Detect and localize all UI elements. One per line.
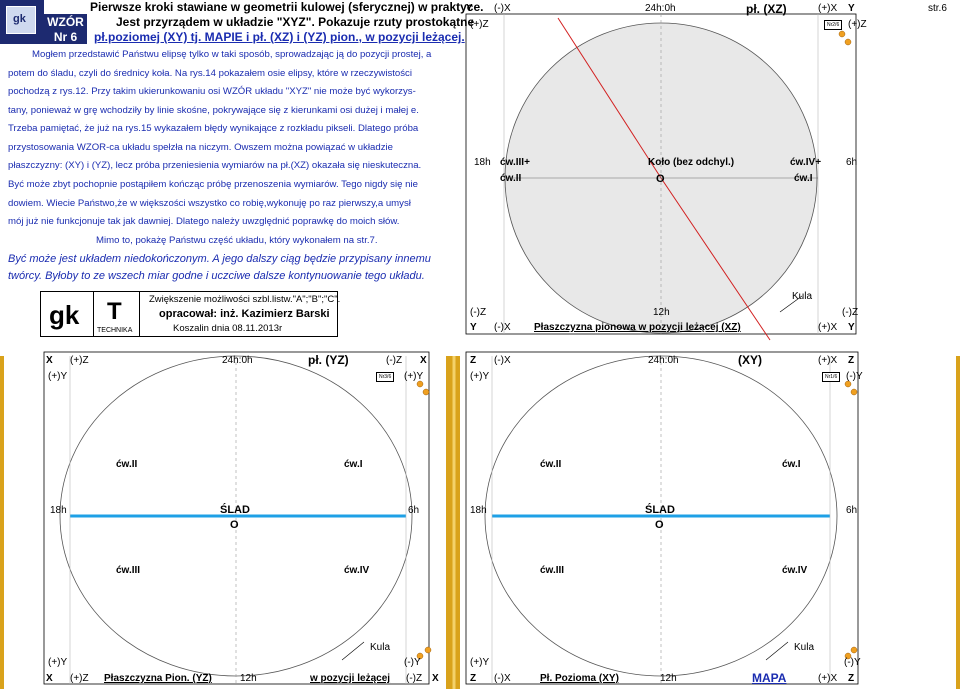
panel-xy-frame xyxy=(465,351,859,685)
xy-bottom-minus-x: (-)X xyxy=(494,673,511,684)
xz-cw-ii: ćw.II xyxy=(500,173,522,184)
xz-title: pł. (XZ) xyxy=(746,2,787,16)
yz-bottom-plus-z: (+)Z xyxy=(70,673,89,684)
xz-cw-iii: ćw.III+ xyxy=(500,157,530,168)
yz-slad: ŚLAD xyxy=(220,504,250,516)
xy-bottom-mapa: MAPA xyxy=(752,671,787,685)
yz-bottom-12h: 12h xyxy=(240,673,257,684)
xz-mid-right: 6h xyxy=(846,157,858,168)
yz-cw-ii: ćw.II xyxy=(116,459,138,470)
xy-cw-iv: ćw.IV xyxy=(782,565,808,576)
diagram-layer xyxy=(0,13,960,689)
xy-bottom-z-right: Z xyxy=(848,673,855,684)
xy-cw-iii: ćw.III xyxy=(540,565,565,576)
xz-top-y-right: Y xyxy=(848,3,855,14)
xy-top-minus-x: (-)X xyxy=(494,355,511,366)
xz-bottom-12h: 12h xyxy=(653,307,670,318)
yz-cw-iv: ćw.IV xyxy=(344,565,370,576)
yz-bottom-x-left: X xyxy=(46,673,53,684)
yz-bottom-minus-z: (-)Z xyxy=(406,673,423,684)
yz-top-plus-z: (+)Z xyxy=(70,355,89,366)
panel-yz-frame xyxy=(43,351,430,685)
xz-bottom-y-right: Y xyxy=(848,322,855,333)
yz-bottom-x-right: X xyxy=(432,673,439,684)
xy-top-z-right: Z xyxy=(848,355,855,366)
yz-cw-i: ćw.I xyxy=(344,459,363,470)
xy-bottom-12h: 12h xyxy=(660,673,677,684)
xy-nr: Nr1/6 xyxy=(822,372,841,382)
xy-bottom-caption: Pł. Pozioma (XY) xyxy=(540,673,619,684)
yz-mid-left: 18h xyxy=(50,505,67,516)
xy-mid-right: 6h xyxy=(846,505,858,516)
xy-slad: ŚLAD xyxy=(645,504,675,516)
xy-cw-ii: ćw.II xyxy=(540,459,562,470)
xz-center-title: Koło (bez odchyl.) xyxy=(648,157,735,168)
xy-mid-left: 18h xyxy=(470,505,487,516)
xy-left-top-y: (+)Y xyxy=(470,371,490,382)
xy-kula: Kula xyxy=(794,642,815,653)
xz-top-y-left: Y xyxy=(466,3,473,14)
xy-top-z-left: Z xyxy=(470,355,477,366)
xz-bottom-left-z: (-)Z xyxy=(470,307,487,318)
xz-bottom-minus-x: (-)X xyxy=(494,322,511,333)
page-label: str.6 xyxy=(928,3,947,14)
yz-top-x-left: X xyxy=(46,355,53,366)
xz-mid-left: 18h xyxy=(474,157,491,168)
xy-top-24h: 24h:0h xyxy=(648,355,679,366)
xy-cw-i: ćw.I xyxy=(782,459,801,470)
xz-left-top-z: (+)Z xyxy=(470,19,489,30)
yz-kula: Kula xyxy=(370,642,391,653)
xz-cw-i: ćw.I xyxy=(794,173,813,184)
xz-right-top-z: (+)Z xyxy=(848,19,867,30)
xz-bottom-plus-x: (+)X xyxy=(818,322,838,333)
yz-bottom-left-y: (+)Y xyxy=(48,657,68,668)
xz-top-plus-x: (+)X xyxy=(818,3,838,14)
xy-right-top-y: (-)Y xyxy=(846,371,863,382)
yz-bottom-right-y: (-)Y xyxy=(404,657,421,668)
xz-center-o: O xyxy=(656,173,665,185)
xy-bottom-right-y: (-)Y xyxy=(844,657,861,668)
yz-left-top-y: (+)Y xyxy=(48,371,68,382)
yz-top-x-right: X xyxy=(420,355,427,366)
yz-center-o: O xyxy=(230,519,239,531)
yz-title: pł. (YZ) xyxy=(308,353,349,367)
xz-bottom-y-left: Y xyxy=(470,322,477,333)
xy-bottom-z-left: Z xyxy=(470,673,477,684)
panel-xy-kula-pointer xyxy=(765,641,789,661)
xy-bottom-plus-x: (+)X xyxy=(818,673,838,684)
yz-top-24h: 24h:0h xyxy=(222,355,253,366)
xy-title: (XY) xyxy=(738,353,762,367)
gold-bar xyxy=(956,356,960,689)
xz-kula: Kula xyxy=(792,291,813,302)
xz-top-minus-x: (-)X xyxy=(494,3,511,14)
yz-right-top-y: (+)Y xyxy=(404,371,424,382)
xz-bottom-caption: Płaszczyzna pionowa w pozycji leżącej (X… xyxy=(534,322,741,333)
xy-bottom-left-y: (+)Y xyxy=(470,657,490,668)
yz-top-minus-z: (-)Z xyxy=(386,355,403,366)
yz-mid-right: 6h xyxy=(408,505,420,516)
yz-nr: Nr3/6 xyxy=(376,372,395,382)
xz-nr: Nr2/6 xyxy=(824,20,843,30)
xy-center-o: O xyxy=(655,519,664,531)
yz-cw-iii: ćw.III xyxy=(116,565,141,576)
gold-bar xyxy=(0,356,4,689)
yz-bottom-pozycja: w pozycji leżącej xyxy=(310,673,391,684)
xz-bottom-right-z: (-)Z xyxy=(842,307,859,318)
panel-yz-kula-pointer xyxy=(341,641,365,661)
xy-top-plus-x: (+)X xyxy=(818,355,838,366)
xz-cw-iv: ćw.IV+ xyxy=(790,157,822,168)
yz-bottom-caption: Płaszczyzna Pion. (YZ) xyxy=(104,673,212,684)
xz-top-24h: 24h:0h xyxy=(645,3,676,14)
